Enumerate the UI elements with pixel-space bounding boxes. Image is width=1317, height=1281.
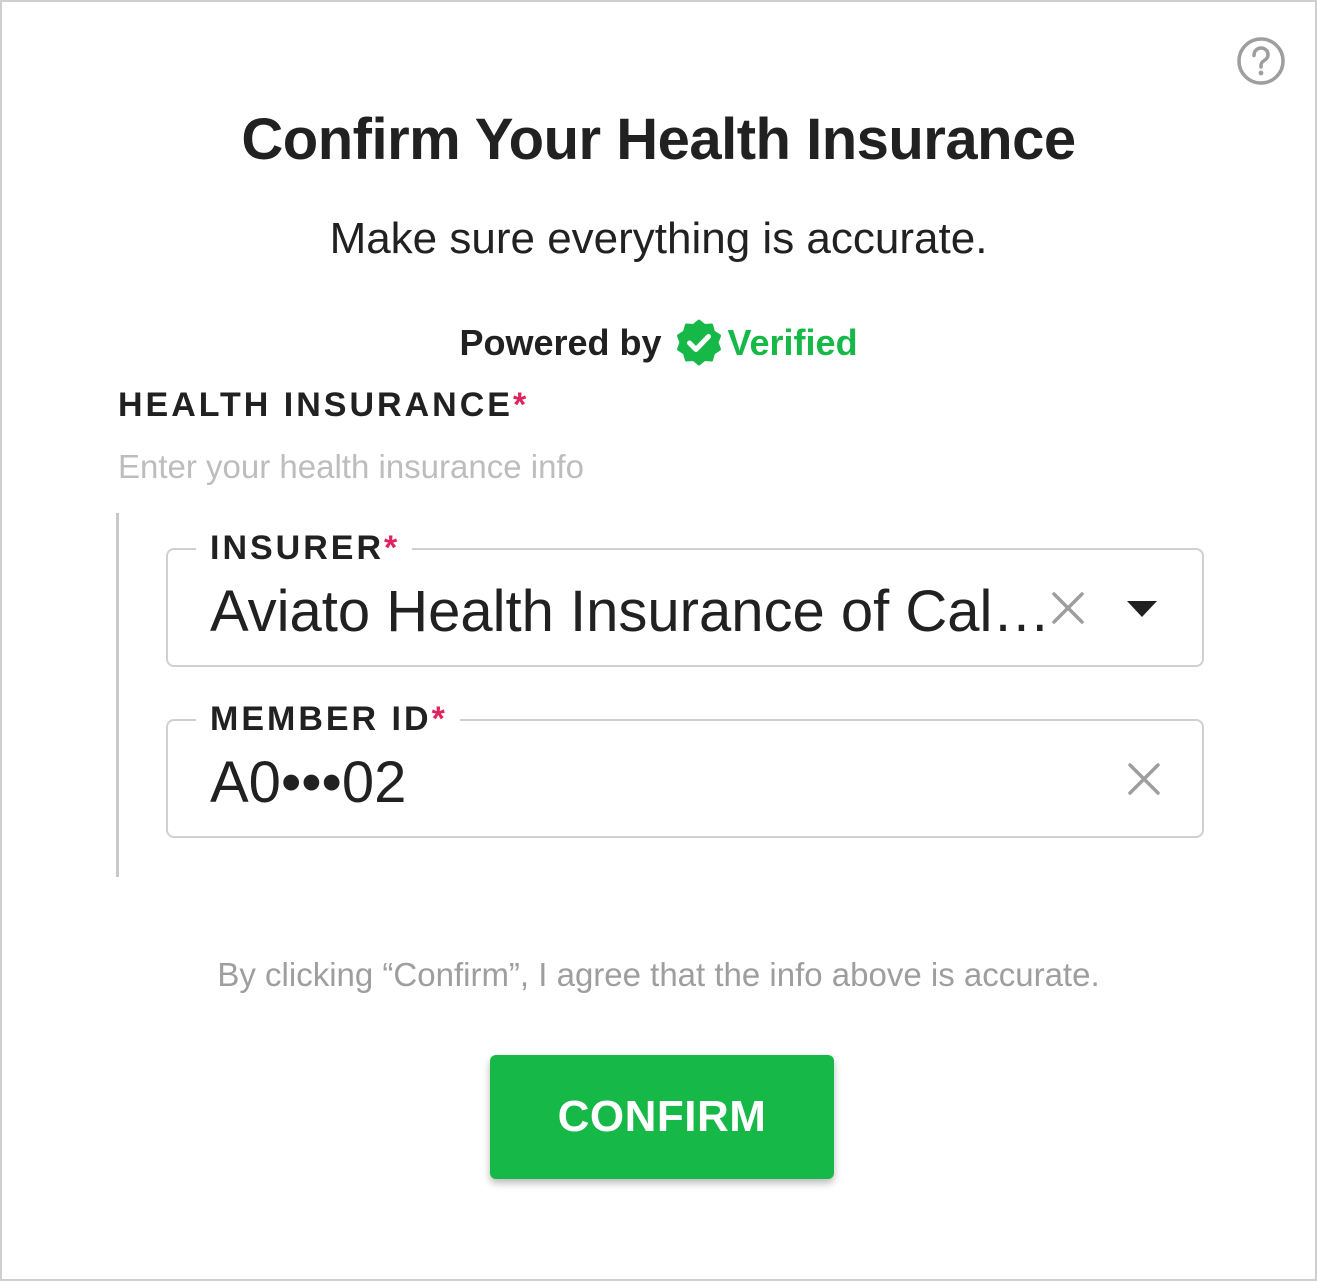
- verified-badge-icon: [676, 319, 721, 366]
- powered-by: Powered by Verified: [2, 318, 1315, 368]
- insurer-select[interactable]: INSURER* Aviato Health Insurance of Cal…: [166, 526, 1204, 667]
- caret-down-icon[interactable]: [1126, 600, 1158, 618]
- insurance-confirm-modal: Confirm Your Health Insurance Make sure …: [0, 0, 1317, 1281]
- required-marker: *: [431, 700, 448, 738]
- required-marker: *: [512, 386, 530, 424]
- insurer-label: INSURER*: [196, 526, 413, 570]
- close-icon[interactable]: [1124, 759, 1164, 799]
- insurer-label-text: INSURER: [210, 529, 385, 567]
- powered-by-label: Powered by: [459, 322, 662, 363]
- confirm-button[interactable]: CONFIRM: [490, 1055, 834, 1179]
- consent-text: By clicking “Confirm”, I agree that the …: [217, 956, 1100, 993]
- section-label-text: HEALTH INSURANCE: [118, 386, 513, 424]
- page-title: Confirm Your Health Insurance: [241, 107, 1076, 172]
- section-hint: Enter your health insurance info: [118, 448, 584, 485]
- help-icon[interactable]: [1236, 36, 1286, 86]
- page-subtitle: Make sure everything is accurate.: [329, 214, 988, 263]
- verified-brand: Verified: [727, 322, 858, 363]
- section-label: HEALTH INSURANCE*: [118, 386, 529, 425]
- member-id-input[interactable]: MEMBER ID* A0•••02: [166, 697, 1204, 838]
- close-icon[interactable]: [1048, 588, 1088, 628]
- member-id-label-text: MEMBER ID: [210, 700, 432, 738]
- group-divider: [116, 513, 119, 877]
- insurer-value: Aviato Health Insurance of Cal…: [210, 579, 1051, 644]
- member-id-label: MEMBER ID*: [196, 697, 460, 741]
- required-marker: *: [384, 529, 401, 567]
- member-id-value: A0•••02: [210, 750, 407, 815]
